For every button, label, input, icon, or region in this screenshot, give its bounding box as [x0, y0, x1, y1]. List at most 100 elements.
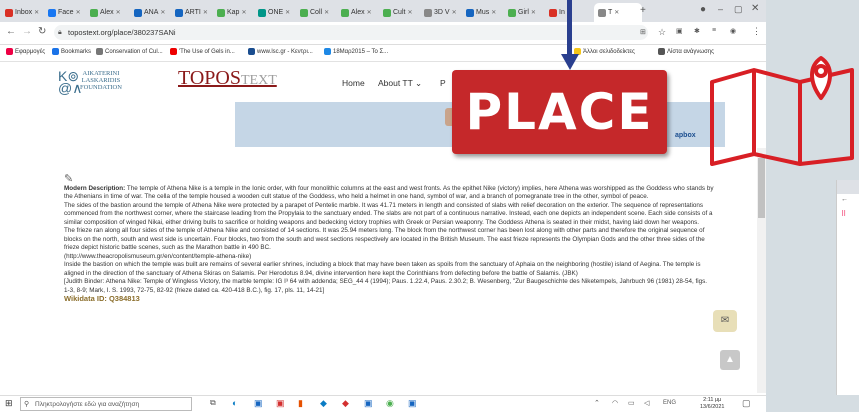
puzzle-icon[interactable]: ✱ — [694, 27, 700, 35]
minimize-icon[interactable]: – — [718, 4, 723, 14]
chrome-icon[interactable]: ◉ — [386, 398, 394, 409]
battery-icon[interactable]: ▭ — [628, 399, 635, 407]
office-icon[interactable]: ▣ — [276, 398, 285, 409]
tab-close-icon[interactable]: ✕ — [34, 9, 39, 16]
tab-close-icon[interactable]: ✕ — [407, 9, 412, 16]
bookmarks-bar: Εφαρμογές Bookmarks Conservation of Cul.… — [0, 45, 766, 62]
nav-home[interactable]: Home — [342, 78, 365, 88]
new-tab-icon[interactable]: + — [640, 5, 646, 16]
tab-close-icon[interactable]: ✕ — [491, 9, 496, 16]
translate-icon[interactable]: ⊞ — [640, 28, 646, 36]
bookmark-other[interactable]: Άλλοι σελιδοδείκτες — [574, 48, 635, 55]
notifications-icon[interactable]: ▢ — [742, 398, 751, 409]
edit-icon[interactable]: ✎ — [64, 174, 714, 184]
forward-icon[interactable]: → — [22, 26, 32, 37]
paragraph-bastion: The sides of the bastion around the temp… — [64, 201, 713, 226]
browser-tab[interactable]: Face ✕ — [48, 3, 86, 22]
map-link[interactable]: apbox — [675, 132, 696, 139]
nav-places[interactable]: P — [440, 78, 446, 88]
wikidata-id[interactable]: Wikidata ID: Q384813 — [64, 294, 714, 304]
tab-close-icon[interactable]: ✕ — [367, 9, 372, 16]
tab-favicon-icon — [175, 8, 183, 17]
extension-icon[interactable]: ▣ — [676, 27, 683, 35]
language-indicator[interactable]: ENG — [663, 400, 676, 406]
tab-label: ANA — [144, 9, 159, 16]
browser-tab[interactable]: ARTI ✕ — [175, 3, 213, 22]
scrollbar-thumb[interactable] — [758, 158, 765, 218]
browser-tab[interactable]: Coll ✕ — [300, 3, 338, 22]
tab-close-icon[interactable]: ✕ — [614, 9, 619, 16]
tab-close-icon[interactable]: ✕ — [531, 9, 536, 16]
edge-icon[interactable]: ◐ — [232, 398, 237, 408]
tab-label: Alex — [351, 9, 365, 16]
tab-label: ONE — [268, 9, 284, 16]
browser-tab[interactable]: T ✕ — [594, 3, 642, 22]
tab-favicon-icon — [383, 8, 391, 17]
browser-tab[interactable]: ANA ✕ — [134, 3, 172, 22]
browser-tab[interactable]: Alex ✕ — [90, 3, 128, 22]
url-field[interactable]: 🔒︎ topostext.org/place/380237SANi — [54, 25, 648, 40]
tab-close-icon[interactable]: ✕ — [241, 9, 246, 16]
tray-chevron-icon[interactable]: ⌃ — [594, 399, 600, 407]
browser-tab[interactable]: 3D V ✕ — [424, 3, 462, 22]
tab-favicon-icon — [508, 8, 516, 17]
tab-strip: Inbox ✕ Face ✕ Alex ✕ ANA ✕ ARTI ✕ Kap ✕ ONE ✕ Coll ✕ Al… — [0, 0, 766, 22]
bookmark-bookmarks[interactable]: Bookmarks — [52, 48, 91, 55]
file-explorer-icon[interactable]: ▮ — [298, 398, 303, 409]
tab-label: Cult — [393, 9, 406, 16]
app-icon-red[interactable]: ◆ — [342, 398, 349, 409]
tab-favicon-icon — [424, 8, 432, 17]
browser-tab[interactable]: ONE ✕ — [258, 3, 296, 22]
app-icon-photos[interactable]: ▣ — [408, 398, 417, 409]
tab-close-icon[interactable]: ✕ — [76, 9, 81, 16]
arrow-icon — [561, 0, 579, 70]
scrollbar[interactable] — [757, 148, 766, 393]
browser-tab[interactable]: Inbox ✕ — [5, 3, 43, 22]
reload-icon[interactable]: ↻ — [38, 26, 46, 37]
browser-tab[interactable]: Kap ✕ — [217, 3, 255, 22]
browser-tab[interactable]: Girl ✕ — [508, 3, 546, 22]
profile-icon[interactable]: ● — [700, 4, 706, 15]
bookmark-apps[interactable]: Εφαρμογές — [6, 48, 45, 55]
bookmark-gels[interactable]: 'The Use of Gels in... — [170, 48, 235, 55]
maximize-icon[interactable]: ▢ — [734, 4, 743, 15]
scroll-top-icon[interactable]: ▲ — [720, 350, 740, 370]
clock[interactable]: 2:11 μμ 13/6/2021 — [700, 397, 724, 410]
tab-close-icon[interactable]: ✕ — [203, 9, 208, 16]
browser-tab[interactable]: Alex ✕ — [341, 3, 379, 22]
reading-list-icon[interactable]: ≡ — [712, 27, 716, 34]
topostext-logo[interactable]: TOPOSTEXT — [178, 67, 277, 90]
task-view-icon[interactable]: ⧉ — [210, 398, 216, 408]
bookmark-18mar[interactable]: 18Μαρ2015 – Το Σ... — [324, 48, 388, 55]
tab-close-icon[interactable]: ✕ — [160, 9, 165, 16]
tab-close-icon[interactable]: ✕ — [116, 9, 121, 16]
mail-icon[interactable]: ✉ — [713, 310, 737, 332]
source-link[interactable]: (http://www.theacropolismuseum.gr/en/con… — [64, 253, 714, 262]
taskbar-search[interactable]: ⚲ Πληκτρολογήστε εδώ για αναζήτηση — [20, 397, 192, 411]
tab-close-icon[interactable]: ✕ — [452, 9, 457, 16]
browser-tab[interactable]: Mus ✕ — [466, 3, 504, 22]
address-bar: ← → ↻ 🔒︎ topostext.org/place/380237SANi … — [0, 22, 766, 45]
tab-label: Coll — [310, 9, 323, 16]
star-icon[interactable]: ☆ — [658, 27, 666, 38]
app-icon-blue[interactable]: ▣ — [364, 398, 373, 409]
back-icon[interactable]: ← — [6, 26, 16, 37]
store-icon[interactable]: ◆ — [320, 398, 327, 409]
tab-close-icon[interactable]: ✕ — [324, 9, 329, 16]
nav-about[interactable]: About TT ⌄ — [378, 78, 422, 89]
background-back-icon: ← — [841, 196, 848, 203]
volume-icon[interactable]: ◁ — [644, 399, 649, 407]
bookmark-lsc[interactable]: www.lsc.gr - Κεντρι... — [248, 48, 313, 55]
background-window-tabbar — [837, 180, 859, 194]
menu-icon[interactable]: ⋮ — [752, 26, 761, 37]
browser-tab[interactable]: Cult ✕ — [383, 3, 421, 22]
windows-start-icon[interactable]: ⊞ — [5, 398, 13, 409]
tab-favicon-icon — [5, 8, 13, 17]
tab-close-icon[interactable]: ✕ — [285, 9, 290, 16]
mail-app-icon[interactable]: ▣ — [254, 398, 263, 409]
close-window-icon[interactable]: ✕ — [751, 3, 759, 14]
bookmark-conservation[interactable]: Conservation of Cul... — [96, 48, 163, 55]
article-body: ✎ Modern Description: The temple of Athe… — [64, 174, 714, 304]
account-icon[interactable]: ◉ — [730, 27, 736, 35]
wifi-icon[interactable]: ◠ — [612, 399, 618, 407]
